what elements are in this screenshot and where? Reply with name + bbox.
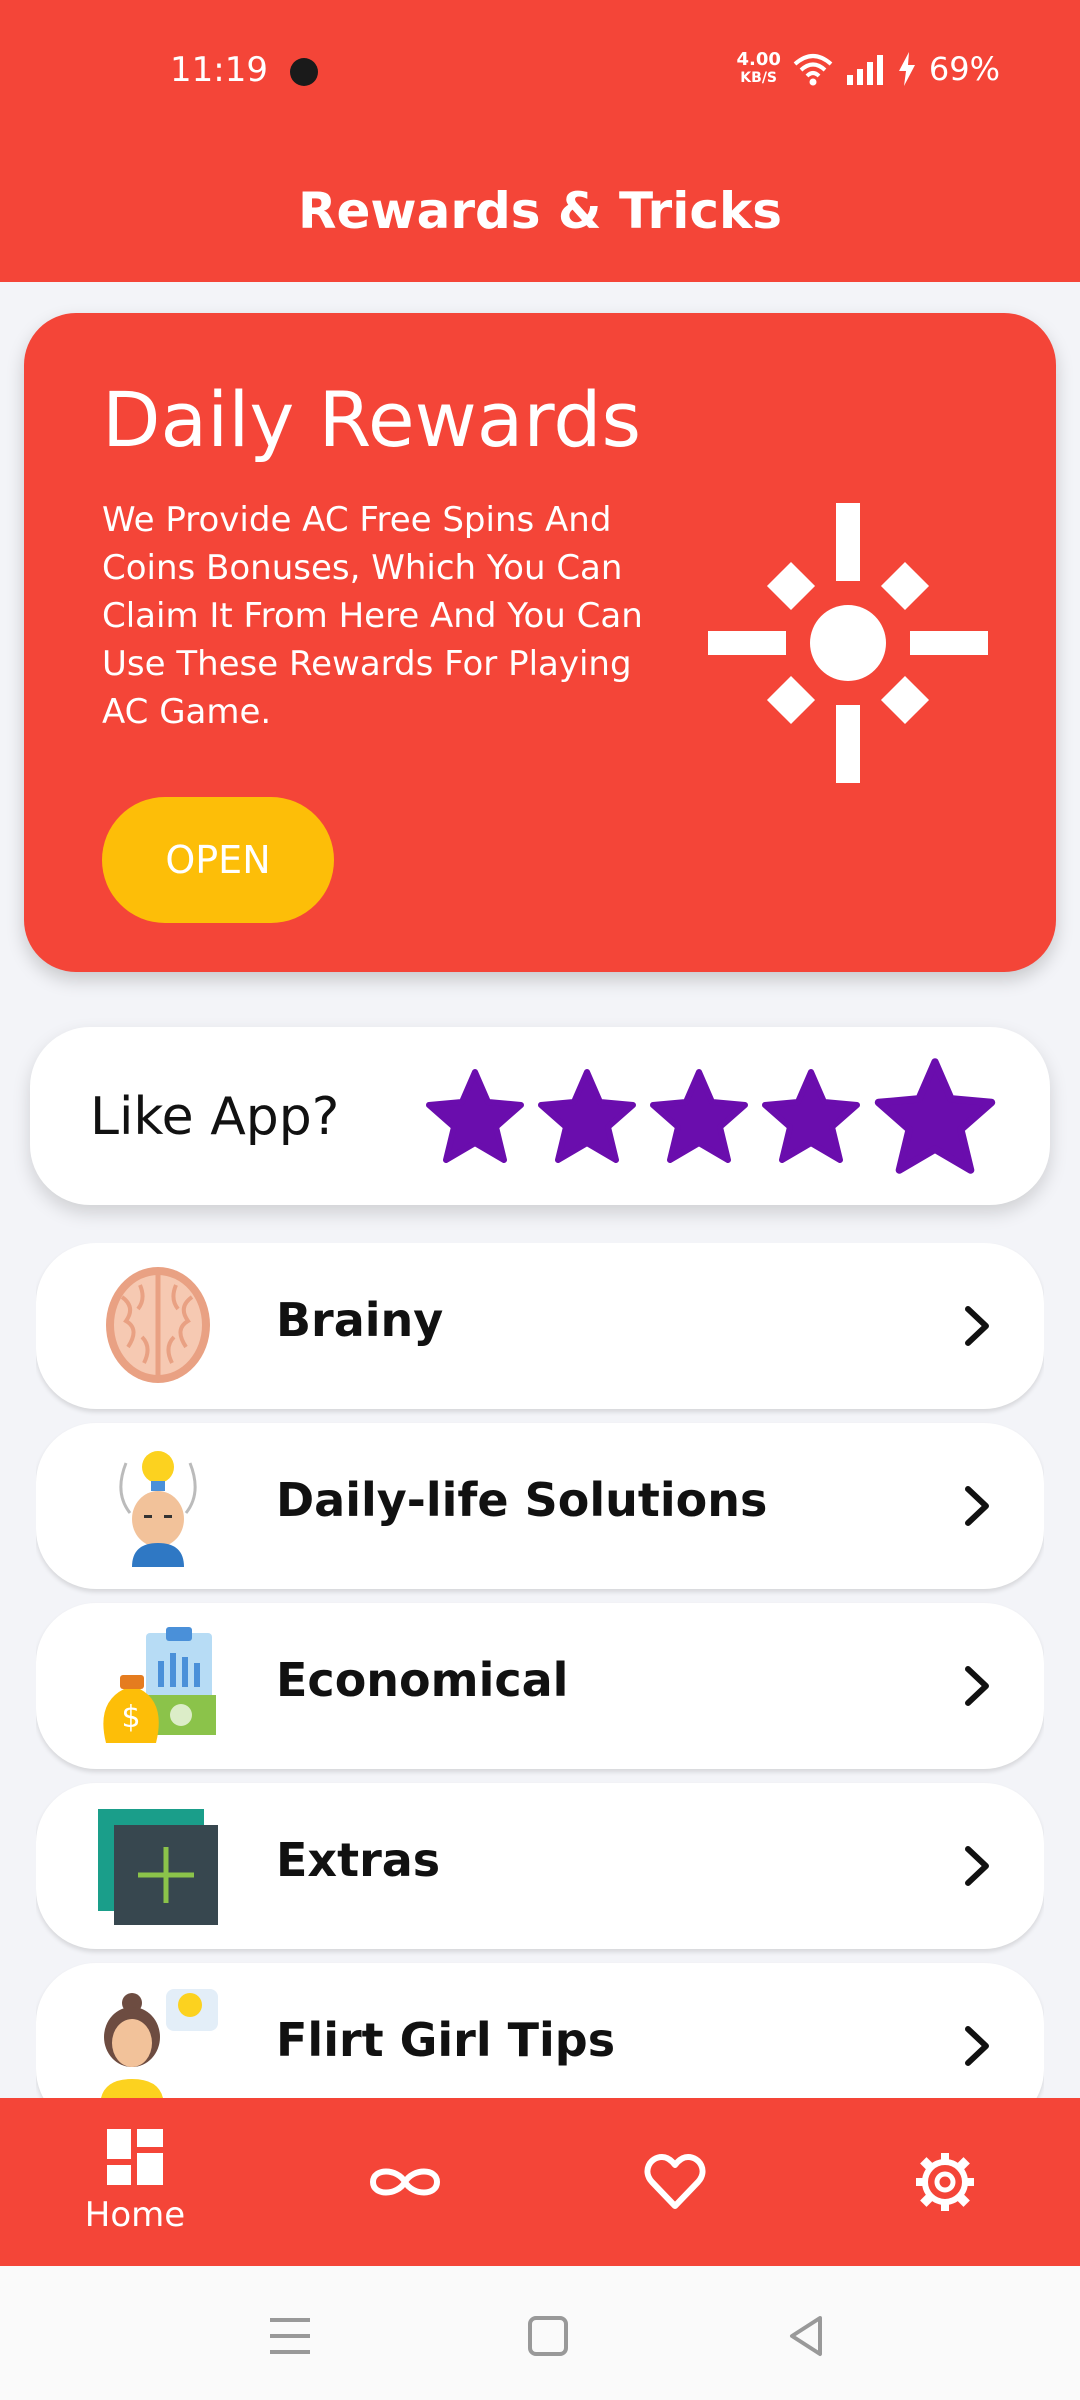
list-item-economical[interactable]: $ Economical [36, 1603, 1044, 1769]
nav-home-label: Home [84, 2195, 186, 2235]
home-square-icon[interactable] [518, 2306, 578, 2366]
rate-app-card: Like App? [30, 1027, 1050, 1205]
list-item-label: Flirt Girl Tips [276, 2013, 616, 2067]
chevron-right-icon [965, 2026, 989, 2066]
girl-idea-icon [101, 1989, 218, 2098]
network-speed: 4.00 KB/S [736, 49, 781, 87]
list-item-label: Economical [276, 1653, 569, 1707]
star-icon[interactable] [761, 1068, 861, 1164]
svg-text:$: $ [121, 1700, 140, 1735]
category-list: Brainy Daily-life Solutions $ Economical… [36, 1243, 1044, 2098]
add-square-icon [98, 1809, 218, 1925]
gear-icon [916, 2153, 974, 2211]
menu-icon[interactable] [260, 2306, 320, 2366]
chevron-right-icon [965, 1306, 989, 1346]
status-bar: 11:19 4.00 KB/S 69% [0, 0, 1080, 140]
list-item-label: Brainy [276, 1293, 444, 1347]
infinity-icon [369, 2168, 441, 2196]
page-title: Rewards & Tricks [297, 182, 783, 240]
nav-settings[interactable] [845, 2098, 1045, 2266]
battery-level: 69% [928, 50, 1000, 88]
nav-favorites[interactable] [575, 2098, 775, 2266]
list-item-brainy[interactable]: Brainy [36, 1243, 1044, 1409]
sun-icon [708, 503, 988, 783]
signal-icon [846, 55, 883, 85]
status-time: 11:19 [170, 50, 268, 90]
dashboard-icon [107, 2129, 163, 2185]
open-button[interactable]: OPEN [102, 797, 334, 923]
charging-icon [898, 52, 915, 86]
rate-app-label: Like App? [90, 1087, 340, 1147]
idea-person-icon [119, 1451, 197, 1567]
hero-title: Daily Rewards [102, 375, 642, 464]
chevron-right-icon [965, 1846, 989, 1886]
hero-description: We Provide AC Free Spins And Coins Bonus… [102, 500, 643, 732]
status-indicators: 4.00 KB/S 69% [736, 50, 1000, 88]
list-item-flirt-girl-tips[interactable]: Flirt Girl Tips [36, 1963, 1044, 2098]
list-item-daily-life-solutions[interactable]: Daily-life Solutions [36, 1423, 1044, 1589]
star-icon[interactable] [425, 1068, 525, 1164]
bottom-nav: Home [0, 2098, 1080, 2266]
money-bag-icon: $ [103, 1627, 216, 1743]
nav-home[interactable]: Home [35, 2098, 235, 2266]
notification-icon [290, 58, 318, 86]
system-nav-bar [0, 2266, 1080, 2400]
back-icon[interactable] [776, 2306, 836, 2366]
wifi-icon [793, 54, 833, 86]
star-rating[interactable] [425, 1057, 1009, 1175]
list-item-extras[interactable]: Extras [36, 1783, 1044, 1949]
chevron-right-icon [965, 1486, 989, 1526]
heart-icon [644, 2154, 706, 2209]
chevron-right-icon [965, 1666, 989, 1706]
list-item-label: Daily-life Solutions [276, 1473, 768, 1527]
brain-icon [106, 1267, 210, 1383]
app-bar: Rewards & Tricks [0, 140, 1080, 282]
nav-links[interactable] [305, 2098, 505, 2266]
daily-rewards-card: Daily Rewards We Provide AC Free Spins A… [24, 313, 1056, 972]
list-item-label: Extras [276, 1833, 441, 1887]
star-icon[interactable] [873, 1057, 997, 1175]
star-icon[interactable] [537, 1068, 637, 1164]
star-icon[interactable] [649, 1068, 749, 1164]
